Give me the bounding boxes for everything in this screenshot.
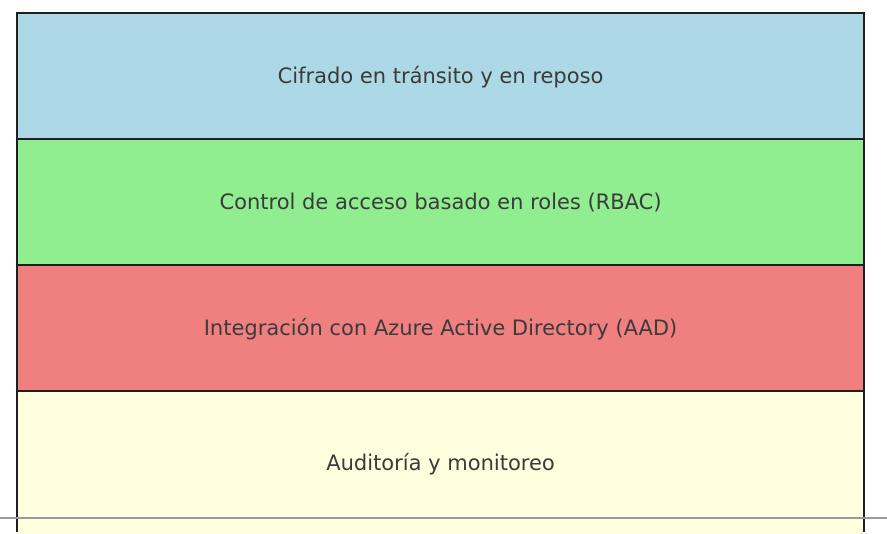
layer-rbac: Control de acceso basado en roles (RBAC) bbox=[18, 140, 863, 266]
bottom-divider bbox=[0, 517, 887, 519]
layer-aad-integration: Integración con Azure Active Directory (… bbox=[18, 266, 863, 392]
layer-auditing-label: Auditoría y monitoreo bbox=[326, 451, 555, 475]
layer-auditing: Auditoría y monitoreo bbox=[18, 392, 863, 534]
security-layers-diagram: Cifrado en tránsito y en reposo Control … bbox=[16, 12, 865, 534]
layer-encryption: Cifrado en tránsito y en reposo bbox=[18, 14, 863, 140]
layer-rbac-label: Control de acceso basado en roles (RBAC) bbox=[219, 190, 662, 214]
layer-aad-integration-label: Integración con Azure Active Directory (… bbox=[203, 316, 678, 340]
layer-encryption-label: Cifrado en tránsito y en reposo bbox=[277, 64, 604, 88]
